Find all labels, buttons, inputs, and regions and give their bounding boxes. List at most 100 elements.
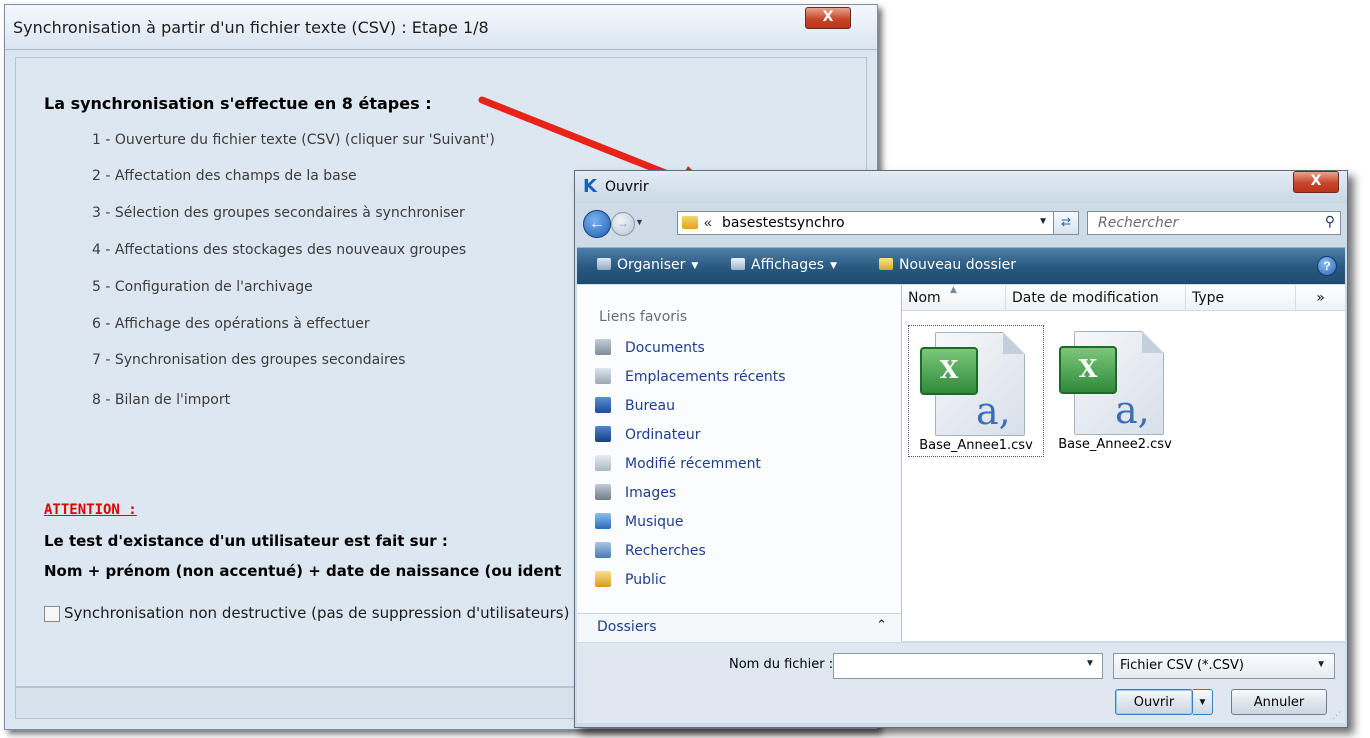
forward-arrow-icon[interactable]: → bbox=[611, 212, 635, 236]
favorite-desktop[interactable]: Bureau bbox=[595, 397, 675, 419]
step-7: 7 - Synchronisation des groupes secondai… bbox=[92, 352, 406, 368]
wizard-title: Synchronisation à partir d'un fichier te… bbox=[13, 18, 489, 37]
address-path[interactable]: basestestsynchro bbox=[722, 215, 845, 231]
favorite-documents[interactable]: Documents bbox=[595, 339, 705, 361]
search-input[interactable]: Rechercher bbox=[1098, 215, 1178, 231]
file-name[interactable]: Base_Annee2.csv bbox=[1048, 437, 1182, 452]
column-type[interactable]: Type bbox=[1186, 285, 1296, 311]
filename-input[interactable] bbox=[833, 653, 1103, 679]
recently-changed-icon bbox=[595, 455, 611, 471]
filetype-value: Fichier CSV (*.CSV) bbox=[1120, 658, 1244, 673]
searches-icon bbox=[595, 542, 611, 558]
open-file-dialog: K Ouvrir X ← → ▼ « basestestsynchro ▼ ⇄ … bbox=[574, 170, 1348, 728]
favorite-label: Musique bbox=[625, 514, 684, 530]
favorite-computer[interactable]: Ordinateur bbox=[595, 426, 701, 448]
organize-label: Organiser bbox=[617, 257, 686, 273]
file-list-pane: ▲ Nom Date de modification Type » X a, Ba… bbox=[902, 285, 1345, 641]
organize-icon bbox=[597, 258, 611, 270]
column-date-label: Date de modification bbox=[1012, 290, 1159, 306]
favorite-recent-places[interactable]: Emplacements récents bbox=[595, 368, 786, 390]
new-folder-icon bbox=[879, 258, 893, 270]
open-options-dropdown-icon[interactable]: ▼ bbox=[1193, 689, 1213, 715]
warning-line-2: Nom + prénom (non accentué) + date de na… bbox=[44, 562, 562, 580]
computer-icon bbox=[595, 426, 611, 442]
excel-icon: X bbox=[1059, 346, 1117, 394]
search-box[interactable]: Rechercher ⚲ bbox=[1087, 211, 1341, 235]
column-more[interactable]: » bbox=[1296, 285, 1345, 311]
step-3: 3 - Sélection des groupes secondaires à … bbox=[92, 205, 465, 221]
wizard-close-button[interactable]: X bbox=[805, 7, 851, 29]
favorite-pictures[interactable]: Images bbox=[595, 484, 676, 506]
file-name[interactable]: Base_Annee1.csv bbox=[909, 438, 1043, 453]
cancel-button[interactable]: Annuler bbox=[1231, 689, 1327, 715]
favorite-label: Documents bbox=[625, 340, 705, 356]
organize-menu[interactable]: Organiser ▼ bbox=[597, 257, 698, 273]
column-name-label: Nom bbox=[908, 290, 941, 306]
favorite-recently-changed[interactable]: Modifié récemment bbox=[595, 455, 761, 477]
pictures-icon bbox=[595, 484, 611, 500]
column-date[interactable]: Date de modification bbox=[1006, 285, 1186, 311]
chevron-down-icon: ▼ bbox=[830, 261, 837, 271]
column-more-label: » bbox=[1316, 290, 1325, 306]
dialog-titlebar[interactable]: K Ouvrir X bbox=[575, 171, 1347, 203]
step-5: 5 - Configuration de l'archivage bbox=[92, 279, 313, 295]
favorites-header: Liens favoris bbox=[599, 309, 688, 325]
address-bar[interactable]: « basestestsynchro ▼ bbox=[677, 211, 1055, 235]
attention-label: ATTENTION : bbox=[44, 502, 137, 518]
file-glyph: a, bbox=[1115, 388, 1150, 432]
sort-arrow-icon: ▲ bbox=[950, 285, 957, 295]
views-label: Affichages bbox=[751, 257, 825, 273]
views-icon bbox=[731, 258, 745, 270]
folders-toggle[interactable]: Dossiers ⌃ bbox=[577, 613, 901, 642]
file-item[interactable]: X a, Base_Annee2.csv bbox=[1048, 325, 1182, 455]
file-item[interactable]: X a, Base_Annee1.csv bbox=[908, 325, 1044, 457]
favorite-music[interactable]: Musique bbox=[595, 513, 684, 535]
address-dropdown-icon[interactable]: ▼ bbox=[1038, 216, 1048, 227]
recent-places-icon bbox=[595, 368, 611, 384]
help-icon[interactable]: ? bbox=[1317, 256, 1337, 276]
desktop-icon bbox=[595, 397, 611, 413]
open-button[interactable]: Ouvrir bbox=[1115, 689, 1193, 715]
step-4: 4 - Affectations des stockages des nouve… bbox=[92, 242, 467, 258]
refresh-icon[interactable]: ⇄ bbox=[1053, 211, 1079, 235]
warning-line-1: Le test d'existance d'un utilisateur est… bbox=[44, 532, 448, 550]
steps-heading: La synchronisation s'effectue en 8 étape… bbox=[44, 94, 432, 113]
favorite-public[interactable]: Public bbox=[595, 571, 666, 593]
public-folder-icon bbox=[595, 571, 611, 587]
csv-file-icon: X a, bbox=[920, 332, 1025, 436]
column-name[interactable]: ▲ Nom bbox=[902, 285, 1006, 311]
non-destructive-label[interactable]: Synchronisation non destructive (pas de … bbox=[64, 604, 569, 622]
favorite-label: Bureau bbox=[625, 398, 675, 414]
chevron-down-icon: ▼ bbox=[1316, 659, 1326, 670]
filetype-select[interactable]: Fichier CSV (*.CSV) ▼ bbox=[1113, 653, 1335, 679]
step-6: 6 - Affichage des opérations à effectuer bbox=[92, 316, 370, 332]
dialog-title: Ouvrir bbox=[605, 179, 649, 195]
resize-grip-icon[interactable]: ⋰ bbox=[1332, 710, 1341, 721]
music-icon bbox=[595, 513, 611, 529]
page-fold bbox=[1003, 332, 1025, 354]
folders-label: Dossiers bbox=[597, 619, 657, 635]
non-destructive-checkbox[interactable] bbox=[44, 606, 60, 622]
address-chevron[interactable]: « bbox=[704, 214, 712, 230]
back-arrow-icon[interactable]: ← bbox=[583, 210, 611, 238]
column-type-label: Type bbox=[1192, 290, 1225, 306]
navigation-bar: ← → ▼ « basestestsynchro ▼ ⇄ Rechercher … bbox=[575, 207, 1347, 241]
views-menu[interactable]: Affichages ▼ bbox=[731, 257, 837, 273]
new-folder-button[interactable]: Nouveau dossier bbox=[879, 257, 1016, 273]
command-toolbar: Organiser ▼ Affichages ▼ Nouveau dossier ? bbox=[577, 247, 1345, 284]
csv-file-icon: X a, bbox=[1059, 331, 1164, 435]
navigation-pane: Liens favoris Documents Emplacements réc… bbox=[577, 285, 902, 641]
page-fold bbox=[1142, 331, 1164, 353]
favorite-label: Ordinateur bbox=[625, 427, 701, 443]
dialog-close-button[interactable]: X bbox=[1293, 171, 1339, 193]
history-dropdown-icon[interactable]: ▼ bbox=[635, 217, 644, 227]
search-icon[interactable]: ⚲ bbox=[1325, 213, 1335, 230]
favorite-label: Images bbox=[625, 485, 677, 501]
favorite-searches[interactable]: Recherches bbox=[595, 542, 706, 564]
filename-label: Nom du fichier : bbox=[729, 657, 834, 672]
wizard-titlebar[interactable]: Synchronisation à partir d'un fichier te… bbox=[5, 5, 877, 50]
step-1: 1 - Ouverture du fichier texte (CSV) (cl… bbox=[92, 132, 495, 148]
new-folder-label: Nouveau dossier bbox=[899, 257, 1017, 273]
chevron-up-icon[interactable]: ⌃ bbox=[876, 617, 887, 633]
documents-icon bbox=[595, 339, 611, 355]
